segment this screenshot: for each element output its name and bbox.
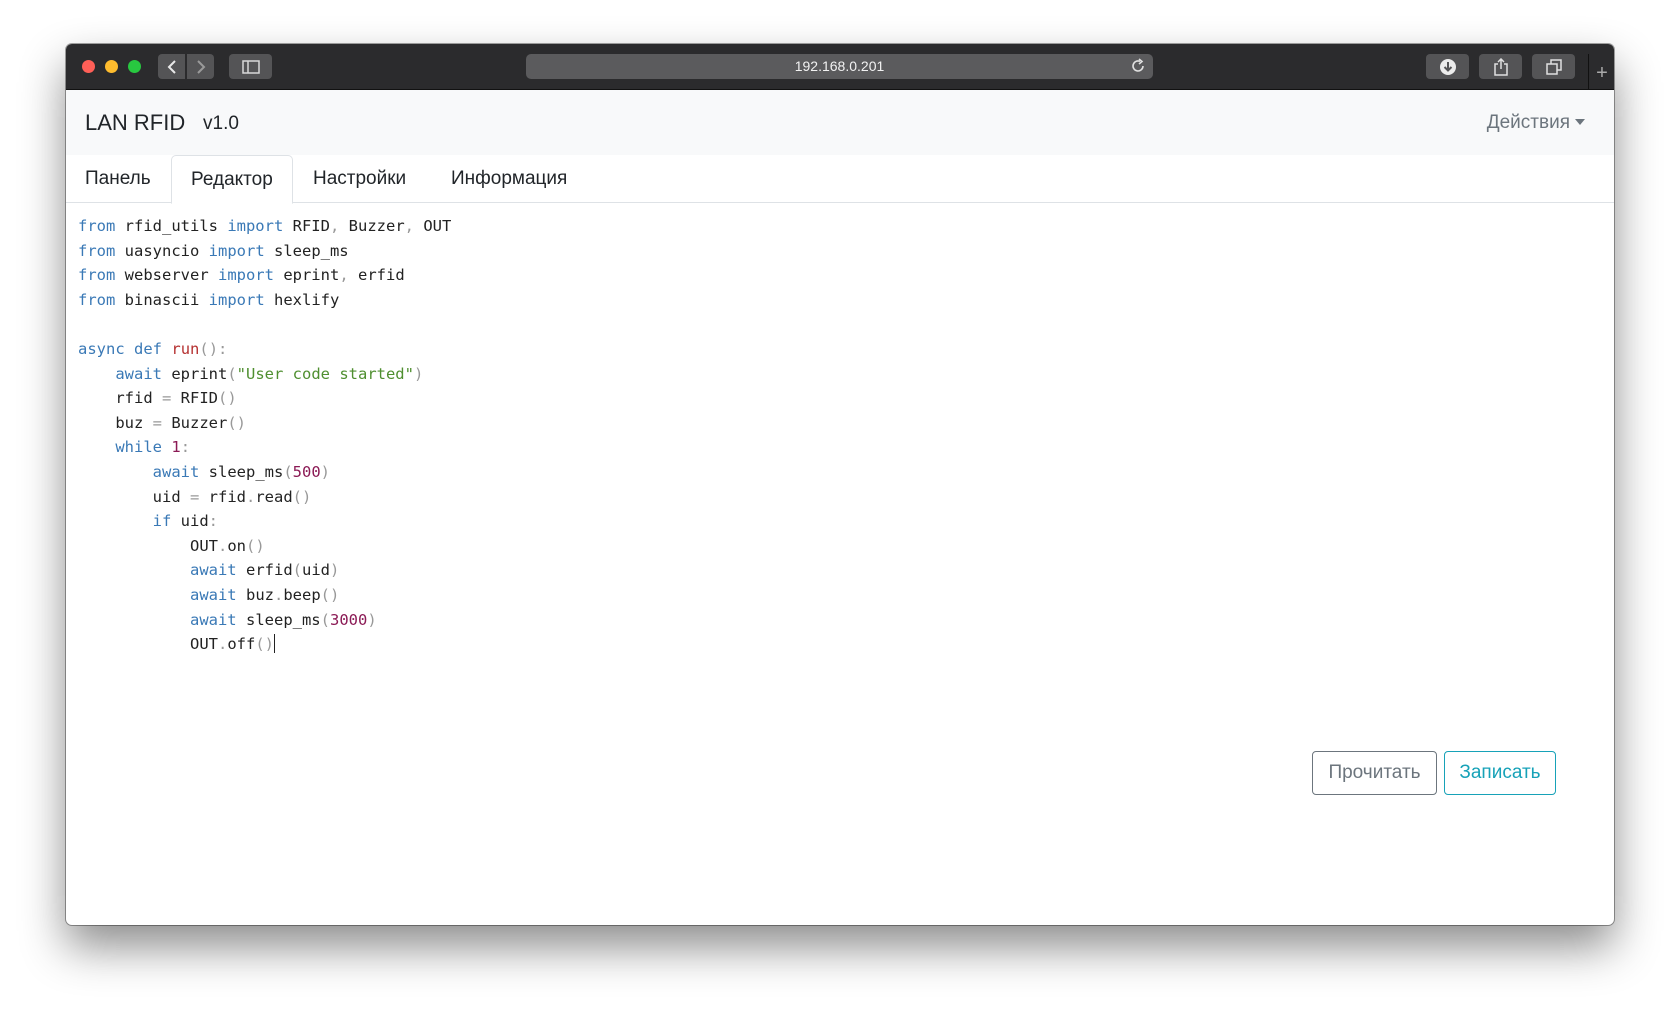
new-tab-button[interactable]: + xyxy=(1588,54,1614,89)
share-icon xyxy=(1493,57,1508,76)
sidebar-toggle-button[interactable] xyxy=(229,54,272,79)
app-version: v1.0 xyxy=(203,113,239,134)
code-line[interactable]: OUT.off() xyxy=(78,632,1578,657)
download-icon xyxy=(1439,58,1456,75)
chevron-left-icon xyxy=(167,59,176,74)
code-line[interactable]: await sleep_ms(3000) xyxy=(78,608,1578,633)
tab-panel[interactable]: Панель xyxy=(66,155,170,203)
code-line[interactable]: while 1: xyxy=(78,435,1578,460)
code-line[interactable]: buz = Buzzer() xyxy=(78,411,1578,436)
code-line[interactable]: async def run(): xyxy=(78,337,1578,362)
back-button[interactable] xyxy=(158,54,185,79)
read-button[interactable]: Прочитать xyxy=(1312,751,1437,795)
share-button[interactable] xyxy=(1479,54,1522,79)
tabs-overview-button[interactable] xyxy=(1532,54,1575,79)
tab-bar: Панель Редактор Настройки Информация xyxy=(66,155,1614,204)
browser-window: 192.168.0.201 + LAN RFID v1.0 Действия П… xyxy=(66,44,1614,925)
app-brand[interactable]: LAN RFID xyxy=(85,110,185,136)
text-cursor xyxy=(274,634,276,654)
url-text: 192.168.0.201 xyxy=(794,58,885,74)
chevron-right-icon xyxy=(196,59,205,74)
zoom-window-button[interactable] xyxy=(128,60,141,73)
tab-editor[interactable]: Редактор xyxy=(171,155,293,204)
code-editor[interactable]: from rfid_utils import RFID, Buzzer, OUT… xyxy=(78,214,1578,657)
minimize-window-button[interactable] xyxy=(105,60,118,73)
tab-settings[interactable]: Настройки xyxy=(294,155,425,203)
caret-down-icon xyxy=(1575,119,1585,125)
reload-icon[interactable] xyxy=(1130,58,1146,74)
downloads-button[interactable] xyxy=(1426,54,1469,79)
browser-toolbar: 192.168.0.201 + xyxy=(66,44,1614,90)
code-line[interactable]: await eprint("User code started") xyxy=(78,362,1578,387)
code-line[interactable]: ​ xyxy=(78,312,1578,337)
code-line[interactable]: await buz.beep() xyxy=(78,583,1578,608)
tabs-icon xyxy=(1545,58,1562,75)
code-line[interactable]: if uid: xyxy=(78,509,1578,534)
code-line[interactable]: uid = rfid.read() xyxy=(78,485,1578,510)
app-navbar: LAN RFID v1.0 Действия xyxy=(66,90,1614,155)
actions-label: Действия xyxy=(1486,112,1570,133)
code-line[interactable]: await erfid(uid) xyxy=(78,558,1578,583)
code-line[interactable]: from webserver import eprint, erfid xyxy=(78,263,1578,288)
close-window-button[interactable] xyxy=(82,60,95,73)
code-line[interactable]: from rfid_utils import RFID, Buzzer, OUT xyxy=(78,214,1578,239)
code-line[interactable]: from uasyncio import sleep_ms xyxy=(78,239,1578,264)
address-bar[interactable]: 192.168.0.201 xyxy=(526,54,1153,79)
tab-info[interactable]: Информация xyxy=(432,155,586,203)
code-line[interactable]: from binascii import hexlify xyxy=(78,288,1578,313)
code-line[interactable]: rfid = RFID() xyxy=(78,386,1578,411)
code-line[interactable]: await sleep_ms(500) xyxy=(78,460,1578,485)
code-line[interactable]: OUT.on() xyxy=(78,534,1578,559)
forward-button[interactable] xyxy=(187,54,214,79)
write-button[interactable]: Записать xyxy=(1444,751,1556,795)
actions-dropdown[interactable]: Действия xyxy=(1487,112,1585,134)
sidebar-icon xyxy=(241,59,260,74)
